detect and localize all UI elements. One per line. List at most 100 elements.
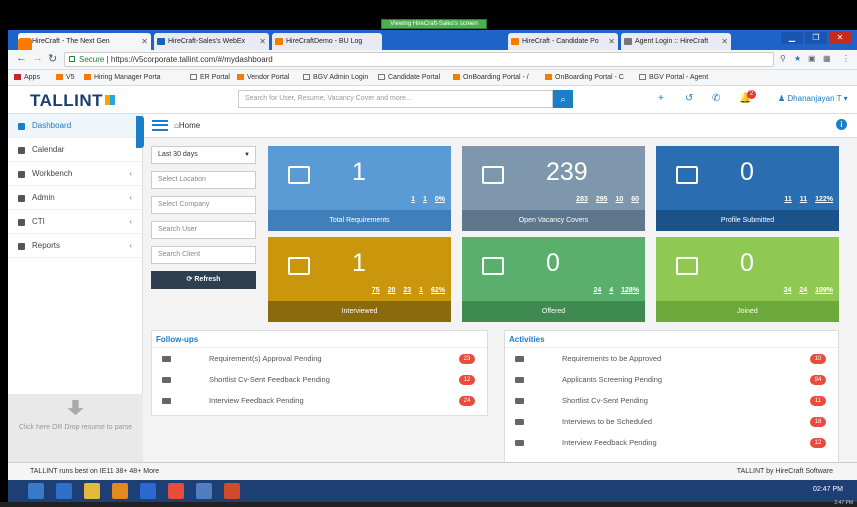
chrome-icon[interactable] (196, 483, 212, 499)
card-profile-submitted[interactable]: 0 11 11 122% Profile Submitted (656, 146, 839, 231)
user-search-input[interactable]: Search User (151, 221, 256, 239)
list-item[interactable]: Requirement(s) Approval Pending 23 (152, 348, 487, 369)
sidebar-item-workbench[interactable]: Workbench ‹ (8, 162, 142, 186)
card-sub-value[interactable]: 1 (419, 287, 423, 294)
card-sub-value[interactable]: 283 (576, 196, 588, 203)
ie-icon[interactable] (56, 483, 72, 499)
bookmark-bgv-admin[interactable]: BGV Admin Login (303, 70, 368, 85)
bookmark-vendor-portal[interactable]: Vendor Portal (237, 70, 289, 85)
card-sub-value[interactable]: 10 (615, 196, 623, 203)
tab-hirecraft[interactable]: HireCraft - The Next Gen ✕ (18, 33, 151, 50)
card-sub-value[interactable]: 109% (815, 287, 833, 294)
card-sub-value[interactable]: 60 (631, 196, 639, 203)
restore-icon[interactable]: ❐ (805, 32, 827, 44)
extension-icon[interactable]: ▦ (823, 54, 831, 63)
card-sub-value[interactable]: 24 (593, 287, 601, 294)
resume-drop-zone[interactable]: Click here OR Drop resume to parse (8, 394, 143, 462)
window-close-icon[interactable]: ✕ (829, 32, 851, 44)
sidebar-item-reports[interactable]: Reports ‹ (8, 234, 142, 258)
bookmark-v5[interactable]: V5 (56, 70, 75, 85)
list-item[interactable]: Applicants Screening Pending 94 (505, 369, 838, 390)
bookmark-hiring-manager[interactable]: Hiring Manager Porta (84, 70, 161, 85)
card-sub-value[interactable]: 20 (388, 287, 396, 294)
company-select[interactable]: Select Company (151, 196, 256, 214)
bookmark-star-icon[interactable]: ★ (794, 54, 801, 63)
refresh-button[interactable]: ⟳ Refresh (151, 271, 256, 289)
card-total-requirements[interactable]: 1 1 1 0% Total Requirements (268, 146, 451, 231)
location-select[interactable]: Select Location (151, 171, 256, 189)
explorer-icon[interactable] (84, 483, 100, 499)
card-sub-value[interactable]: 128% (621, 287, 639, 294)
outlook-icon[interactable] (112, 483, 128, 499)
tallint-logo[interactable]: TALLINT (30, 91, 116, 111)
card-sub-value[interactable]: 24 (784, 287, 792, 294)
sidebar-toggle-tab[interactable] (136, 116, 144, 148)
card-offered[interactable]: 0 24 4 128% Offered (462, 237, 645, 322)
reload-icon[interactable]: ↻ (48, 52, 57, 65)
search-button[interactable]: ⌕ (553, 90, 573, 108)
list-item[interactable]: Interviews to be Scheduled 18 (505, 411, 838, 432)
count-badge[interactable]: 12 (810, 438, 826, 448)
card-sub-value[interactable]: 122% (815, 196, 833, 203)
forward-icon[interactable]: → (32, 52, 43, 64)
extension-icon[interactable]: ⚲ (780, 54, 786, 63)
list-item[interactable]: Shortlist Cv-Sent Pending 11 (505, 390, 838, 411)
close-icon[interactable]: ✕ (141, 33, 148, 50)
client-search-input[interactable]: Search Client (151, 246, 256, 264)
powerpoint-icon[interactable] (224, 483, 240, 499)
card-sub-value[interactable]: 11 (800, 196, 807, 203)
bookmark-onboarding-a[interactable]: OnBoarding Portal - / (453, 70, 529, 85)
card-sub-value[interactable]: 295 (596, 196, 608, 203)
bookmark-apps[interactable]: Apps (14, 70, 40, 85)
hamburger-menu-icon[interactable] (152, 120, 168, 131)
close-icon[interactable]: ✕ (608, 33, 615, 50)
card-sub-value[interactable]: 4 (609, 287, 613, 294)
card-open-vacancy-covers[interactable]: 239 283 295 10 60 Open Vacancy Covers (462, 146, 645, 231)
card-interviewed[interactable]: 1 75 20 23 1 62% Interviewed (268, 237, 451, 322)
card-sub-value[interactable]: 1 (411, 196, 415, 203)
period-select[interactable]: Last 30 days ▼ (151, 146, 256, 164)
tab-agent-login[interactable]: Agent Login :: HireCraft ✕ (621, 33, 731, 50)
count-badge[interactable]: 11 (810, 396, 826, 406)
card-sub-value[interactable]: 1 (423, 196, 427, 203)
url-input[interactable]: Secure | https://v5corporate.tallint.com… (64, 52, 774, 67)
back-icon[interactable]: ← (16, 52, 27, 64)
sidebar-item-dashboard[interactable]: Dashboard (8, 114, 142, 138)
global-search-input[interactable]: Search for User, Resume, Vacancy Cover a… (238, 90, 553, 108)
count-badge[interactable]: 23 (459, 354, 475, 364)
minimize-icon[interactable]: ▁ (781, 32, 803, 44)
sidebar-item-admin[interactable]: Admin ‹ (8, 186, 142, 210)
card-sub-value[interactable]: 11 (784, 196, 791, 203)
bookmark-onboarding-c[interactable]: OnBoarding Portal - C (545, 70, 624, 85)
chrome-icon[interactable] (168, 483, 184, 499)
tab-candidate-portal[interactable]: HireCraft - Candidate Po ✕ (508, 33, 618, 50)
sidebar-item-calendar[interactable]: Calendar (8, 138, 142, 162)
user-menu[interactable]: ♟ Dhananjayan T ▾ (778, 94, 848, 103)
tab-bu-login[interactable]: HireCraftDemo - BU Log (272, 33, 382, 50)
tab-webex[interactable]: HireCraft-Sales's WebEx ✕ (154, 33, 269, 50)
extension-icon[interactable]: ▣ (808, 54, 816, 63)
list-item[interactable]: Shortlist Cv-Sent Feedback Pending 12 (152, 369, 487, 390)
history-icon[interactable]: ↺ (685, 93, 693, 104)
add-icon[interactable]: + (658, 93, 664, 104)
menu-kebab-icon[interactable]: ⋮ (842, 54, 850, 63)
list-item[interactable]: Interview Feedback Pending 12 (505, 432, 838, 453)
close-icon[interactable]: ✕ (259, 33, 266, 50)
count-badge[interactable]: 94 (810, 375, 826, 385)
list-item[interactable]: Requirements to be Approved 10 (505, 348, 838, 369)
bookmark-er-portal[interactable]: ER Portal (190, 70, 230, 85)
bookmark-candidate-portal[interactable]: Candidate Portal (378, 70, 440, 85)
info-icon[interactable]: i (836, 119, 847, 130)
app-icon[interactable] (140, 483, 156, 499)
card-sub-value[interactable]: 75 (372, 287, 380, 294)
count-badge[interactable]: 12 (459, 375, 475, 385)
bookmark-bgv-agent[interactable]: BGV Portal - Agent (639, 70, 708, 85)
list-item[interactable]: Interview Feedback Pending 24 (152, 390, 487, 411)
count-badge[interactable]: 24 (459, 396, 475, 406)
card-sub-value[interactable]: 23 (403, 287, 411, 294)
close-icon[interactable]: ✕ (721, 33, 728, 50)
phone-icon[interactable]: ✆ (712, 93, 720, 104)
card-sub-value[interactable]: 0% (435, 196, 445, 203)
breadcrumb-home[interactable]: Home (179, 121, 200, 130)
card-sub-value[interactable]: 62% (431, 287, 445, 294)
